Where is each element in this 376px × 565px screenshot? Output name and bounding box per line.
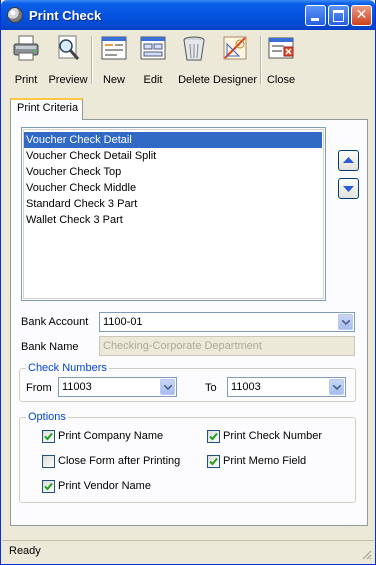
new-form-icon <box>101 36 127 60</box>
checkbox-box[interactable] <box>42 430 55 443</box>
move-down-button[interactable] <box>338 178 359 199</box>
checkmark-icon <box>209 432 218 441</box>
arrow-down-icon <box>343 186 354 192</box>
bank-account-label: Bank Account <box>21 316 89 328</box>
edit-form-icon <box>140 36 166 60</box>
list-item[interactable]: Wallet Check 3 Part <box>24 212 322 228</box>
window-title: Print Check <box>29 8 102 23</box>
tab-print-criteria[interactable]: Print Criteria <box>10 98 83 120</box>
options-legend: Options <box>28 411 66 423</box>
from-dropdown-button[interactable] <box>160 379 175 395</box>
designer-icon <box>223 36 247 60</box>
close-form-after-printing-checkbox[interactable]: Close Form after Printing <box>42 454 192 469</box>
checkmark-icon <box>44 432 53 441</box>
checkbox-box[interactable] <box>207 455 220 468</box>
chevron-down-icon <box>342 320 350 325</box>
to-dropdown-button[interactable] <box>329 379 344 395</box>
from-check-select[interactable]: 11003 <box>58 377 177 397</box>
preview-label: Preview <box>48 74 88 86</box>
list-item[interactable]: Standard Check 3 Part <box>24 196 322 212</box>
checkbox-label: Print Company Name <box>58 430 164 442</box>
print-company-name-checkbox[interactable]: Print Company Name <box>42 429 192 444</box>
preview-icon <box>58 35 80 60</box>
close-button[interactable]: Close <box>264 32 298 86</box>
checkbox-label: Print Memo Field <box>223 455 307 467</box>
toolbar: Print Preview New Edit Delete Designer C… <box>2 30 374 88</box>
checkmark-icon <box>44 482 53 491</box>
delete-label: Delete <box>178 74 210 86</box>
print-label: Print <box>14 74 38 86</box>
print-vendor-name-checkbox[interactable]: Print Vendor Name <box>42 479 192 494</box>
edit-label: Edit <box>143 74 163 86</box>
close-label: Close <box>266 74 296 86</box>
chevron-down-icon <box>164 385 172 390</box>
bank-account-dropdown-button[interactable] <box>338 314 353 330</box>
checkbox-label: Print Vendor Name <box>58 480 151 492</box>
checkmark-icon <box>209 457 218 466</box>
checkbox-label: Print Check Number <box>223 430 323 442</box>
move-up-button[interactable] <box>338 150 359 171</box>
designer-button[interactable]: Designer <box>213 32 257 86</box>
check-format-list[interactable]: Voucher Check Detail Voucher Check Detai… <box>21 127 326 301</box>
to-label: To <box>205 382 217 394</box>
toolbar-separator <box>91 36 93 84</box>
minimize-button[interactable] <box>305 5 326 26</box>
print-button[interactable]: Print <box>4 32 48 86</box>
maximize-button[interactable] <box>328 5 349 26</box>
chevron-down-icon <box>333 385 341 390</box>
from-check-value: 11003 <box>62 381 92 393</box>
printer-icon <box>13 35 39 61</box>
toolbar-separator <box>260 36 262 84</box>
to-check-value: 11003 <box>231 381 261 393</box>
tab-label: Print Criteria <box>17 102 79 114</box>
new-label: New <box>102 74 125 86</box>
resize-grip-icon[interactable] <box>360 548 372 560</box>
list-item[interactable]: Voucher Check Top <box>24 164 322 180</box>
checkbox-box[interactable] <box>207 430 220 443</box>
trash-icon <box>183 36 205 61</box>
print-check-number-checkbox[interactable]: Print Check Number <box>207 429 337 444</box>
bank-name-field: Checking-Corporate Department <box>99 336 355 356</box>
check-numbers-legend: Check Numbers <box>28 362 107 374</box>
arrow-up-icon <box>343 157 354 163</box>
new-button[interactable]: New <box>95 32 133 86</box>
to-check-select[interactable]: 11003 <box>227 377 346 397</box>
from-label: From <box>26 382 52 394</box>
checkbox-box[interactable] <box>42 480 55 493</box>
bank-account-select[interactable]: 1100-01 <box>99 312 355 332</box>
status-text: Ready <box>9 545 41 557</box>
edit-button[interactable]: Edit <box>135 32 171 86</box>
print-check-window: Print Check ✕ Print Preview New Edit Del… <box>0 0 376 565</box>
bank-account-value: 1100-01 <box>103 316 143 328</box>
list-item[interactable]: Voucher Check Detail Split <box>24 148 322 164</box>
list-item[interactable]: Voucher Check Middle <box>24 180 322 196</box>
checkbox-label: Close Form after Printing <box>58 455 181 467</box>
close-icon: ✕ <box>355 7 368 23</box>
app-icon <box>7 7 23 23</box>
close-window-button[interactable]: ✕ <box>351 5 372 26</box>
print-memo-field-checkbox[interactable]: Print Memo Field <box>207 454 337 469</box>
delete-button[interactable]: Delete <box>175 32 213 86</box>
list-item[interactable]: Voucher Check Detail <box>24 132 322 148</box>
checkbox-box[interactable] <box>42 455 55 468</box>
close-form-icon <box>268 37 294 59</box>
status-bar: Ready <box>2 540 374 562</box>
bank-name-label: Bank Name <box>21 341 79 353</box>
designer-label: Designer <box>213 74 258 86</box>
bank-name-value: Checking-Corporate Department <box>103 340 262 352</box>
preview-button[interactable]: Preview <box>48 32 88 86</box>
title-bar[interactable]: Print Check ✕ <box>1 0 375 30</box>
